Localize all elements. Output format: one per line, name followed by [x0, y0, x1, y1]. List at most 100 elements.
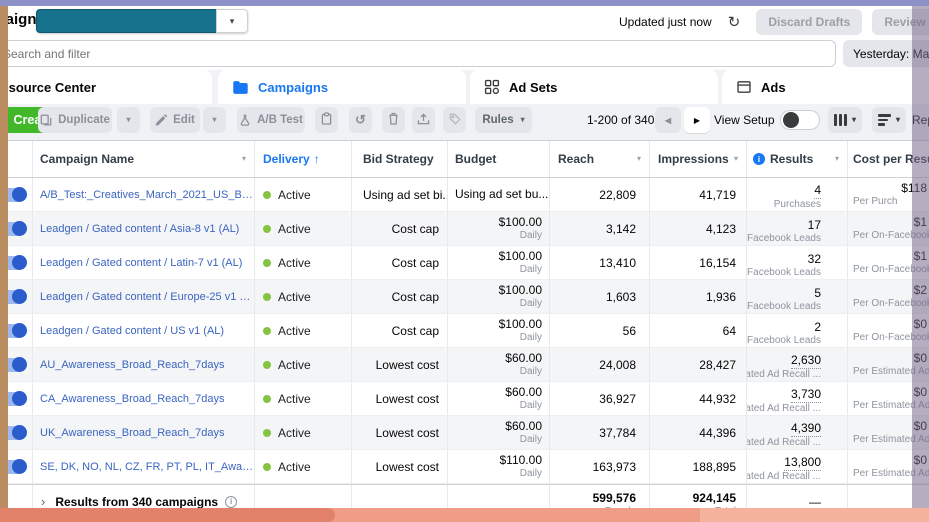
- table-row: CA_Awareness_Broad_Reach_7days Active Lowe…: [0, 382, 929, 416]
- select-all-cell[interactable]: [8, 141, 33, 177]
- discard-drafts-button[interactable]: Discard Drafts: [756, 9, 863, 35]
- reach-cell: 13,410: [550, 246, 650, 279]
- reach-cell: 36,927: [550, 382, 650, 415]
- campaign-name-link[interactable]: Leadgen / Gated content / Asia-8 v1 (AL): [40, 223, 254, 235]
- campaigns-table: Campaign Name ▾ Delivery ↑ Bid Strategy …: [0, 140, 929, 518]
- results-value[interactable]: 13,800: [784, 455, 821, 471]
- next-page-button[interactable]: ▶: [684, 107, 710, 133]
- column-results[interactable]: i Results ▾: [747, 141, 848, 177]
- toggle-knob: [12, 254, 27, 270]
- campaign-name-link[interactable]: AU_Awareness_Broad_Reach_7days: [40, 359, 254, 371]
- tab-ads[interactable]: Ads: [722, 70, 929, 104]
- bid-strategy-cell: Cost cap: [352, 246, 448, 279]
- results-value[interactable]: 4,390: [790, 421, 821, 437]
- undo-button[interactable]: ↺: [349, 107, 372, 133]
- export-button[interactable]: [412, 107, 435, 133]
- duplicate-button[interactable]: Duplicate: [38, 107, 112, 133]
- results-type-label: On-Facebook Leads: [747, 334, 821, 346]
- refresh-icon[interactable]: ↻: [728, 15, 741, 30]
- campaign-name-cell: CA_Awareness_Broad_Reach_7days: [33, 382, 255, 415]
- campaign-name-cell: SE, DK, NO, NL, CZ, FR, PT, PL, IT_Aware…: [33, 450, 255, 483]
- column-campaign-name[interactable]: Campaign Name ▾: [33, 141, 255, 177]
- cost-type-label: Per On-Facebook Le: [853, 297, 929, 309]
- delete-button[interactable]: [382, 107, 405, 133]
- breakdown-icon: [877, 114, 891, 126]
- campaign-name-link[interactable]: Leadgen / Gated content / Latin-7 v1 (AL…: [40, 257, 254, 269]
- table-row: UK_Awareness_Broad_Reach_7days Active Lowe…: [0, 416, 929, 450]
- campaign-name-link[interactable]: Leadgen / Gated content / Europe-25 v1 (…: [40, 291, 254, 303]
- horizontal-scrollbar[interactable]: [0, 508, 929, 522]
- edit-dropdown[interactable]: ▾: [203, 107, 226, 133]
- date-range-selector[interactable]: Yesterday: Mar 11,: [843, 40, 929, 67]
- results-type-label: On-Facebook Leads: [747, 232, 821, 244]
- cost-per-result-cell: $118 Per Purch: [848, 178, 929, 211]
- impressions-cell: 64: [650, 314, 747, 347]
- reports-button[interactable]: Rep: [912, 107, 929, 133]
- results-value[interactable]: 4: [814, 183, 821, 199]
- campaign-name-link[interactable]: SE, DK, NO, NL, CZ, FR, PT, PL, IT_Aware…: [40, 461, 254, 473]
- updated-status: Updated just now: [619, 15, 712, 29]
- campaign-name-link[interactable]: Leadgen / Gated content / US v1 (AL): [40, 325, 254, 337]
- impressions-cell: 44,932: [650, 382, 747, 415]
- delivery-cell: Active: [255, 382, 352, 415]
- delivery-status: Active: [278, 357, 311, 372]
- delivery-status: Active: [278, 255, 311, 270]
- toggle-cell: [0, 450, 33, 483]
- column-budget[interactable]: Budget: [448, 141, 550, 177]
- ad-sets-icon: [484, 79, 500, 95]
- results-cell: 32On-Facebook Leads: [747, 246, 848, 279]
- account-selector[interactable]: ▾: [36, 9, 248, 33]
- chevron-down-icon: ▾: [895, 115, 900, 124]
- column-delivery[interactable]: Delivery ↑: [255, 141, 352, 177]
- delivery-cell: Active: [255, 348, 352, 381]
- column-bid-strategy[interactable]: Bid Strategy: [352, 141, 448, 177]
- active-status-dot: [263, 326, 271, 335]
- search-input[interactable]: [0, 40, 836, 67]
- breakdown-button[interactable]: ▾: [872, 107, 906, 133]
- results-value[interactable]: 3,730: [790, 387, 821, 403]
- tab-campaigns[interactable]: Campaigns: [218, 70, 466, 104]
- tab-ad-sets[interactable]: Ad Sets: [470, 70, 718, 104]
- campaign-name-link[interactable]: CA_Awareness_Broad_Reach_7days: [40, 393, 254, 405]
- view-setup-toggle[interactable]: [780, 110, 820, 130]
- reach-cell: 3,142: [550, 212, 650, 245]
- review-publish-button[interactable]: Review and Publish: [872, 9, 929, 35]
- edit-button[interactable]: Edit: [150, 107, 200, 133]
- chevron-right-icon: ▶: [693, 115, 701, 125]
- results-cell: 4,390Estimated Ad Recall ...: [747, 416, 848, 449]
- campaign-name-link[interactable]: A/B_Test:_Creatives_March_2021_US_Broad_…: [40, 189, 254, 201]
- chevron-down-icon: ▾: [126, 115, 131, 124]
- toggle-knob: [12, 458, 27, 474]
- duplicate-dropdown[interactable]: ▾: [117, 107, 140, 133]
- budget-cell: $60.00 Daily: [448, 348, 550, 381]
- columns-button[interactable]: ▾: [828, 107, 862, 133]
- rules-button[interactable]: Rules ▾: [475, 107, 532, 133]
- toggle-cell: [0, 348, 33, 381]
- account-dropdown-button[interactable]: ▾: [216, 9, 248, 33]
- ab-test-button[interactable]: A/B Test: [237, 107, 305, 133]
- budget-period: Daily: [519, 297, 542, 309]
- campaign-name-link[interactable]: UK_Awareness_Broad_Reach_7days: [40, 427, 254, 439]
- results-value[interactable]: 2,630: [790, 353, 821, 369]
- export-icon: [417, 112, 430, 128]
- cost-per-result-cell: $2Per On-Facebook Le: [848, 280, 929, 313]
- reach-cell: 163,973: [550, 450, 650, 483]
- cost-per-result-cell: $0Per Estimated Ad R: [848, 348, 929, 381]
- column-reach[interactable]: Reach ▾: [550, 141, 650, 177]
- budget-period: Daily: [519, 331, 542, 343]
- tag-button[interactable]: [443, 107, 466, 133]
- scrollbar-thumb[interactable]: [0, 508, 335, 522]
- toggle-knob: [783, 112, 799, 128]
- column-cost-per-result[interactable]: Cost per Result: [848, 141, 929, 177]
- prev-page-button[interactable]: ◀: [655, 107, 681, 133]
- tab-resource-center[interactable]: Resource Center: [0, 70, 212, 104]
- campaign-name-cell: AU_Awareness_Broad_Reach_7days: [33, 348, 255, 381]
- delivery-status: Active: [278, 459, 311, 474]
- active-status-dot: [263, 292, 271, 301]
- impressions-cell: 28,427: [650, 348, 747, 381]
- impressions-cell: 41,719: [650, 178, 747, 211]
- clipboard-button[interactable]: [315, 107, 338, 133]
- budget-value: $60.00: [505, 418, 542, 433]
- cost-value: $118: [901, 180, 927, 195]
- column-impressions[interactable]: Impressions ▾: [650, 141, 747, 177]
